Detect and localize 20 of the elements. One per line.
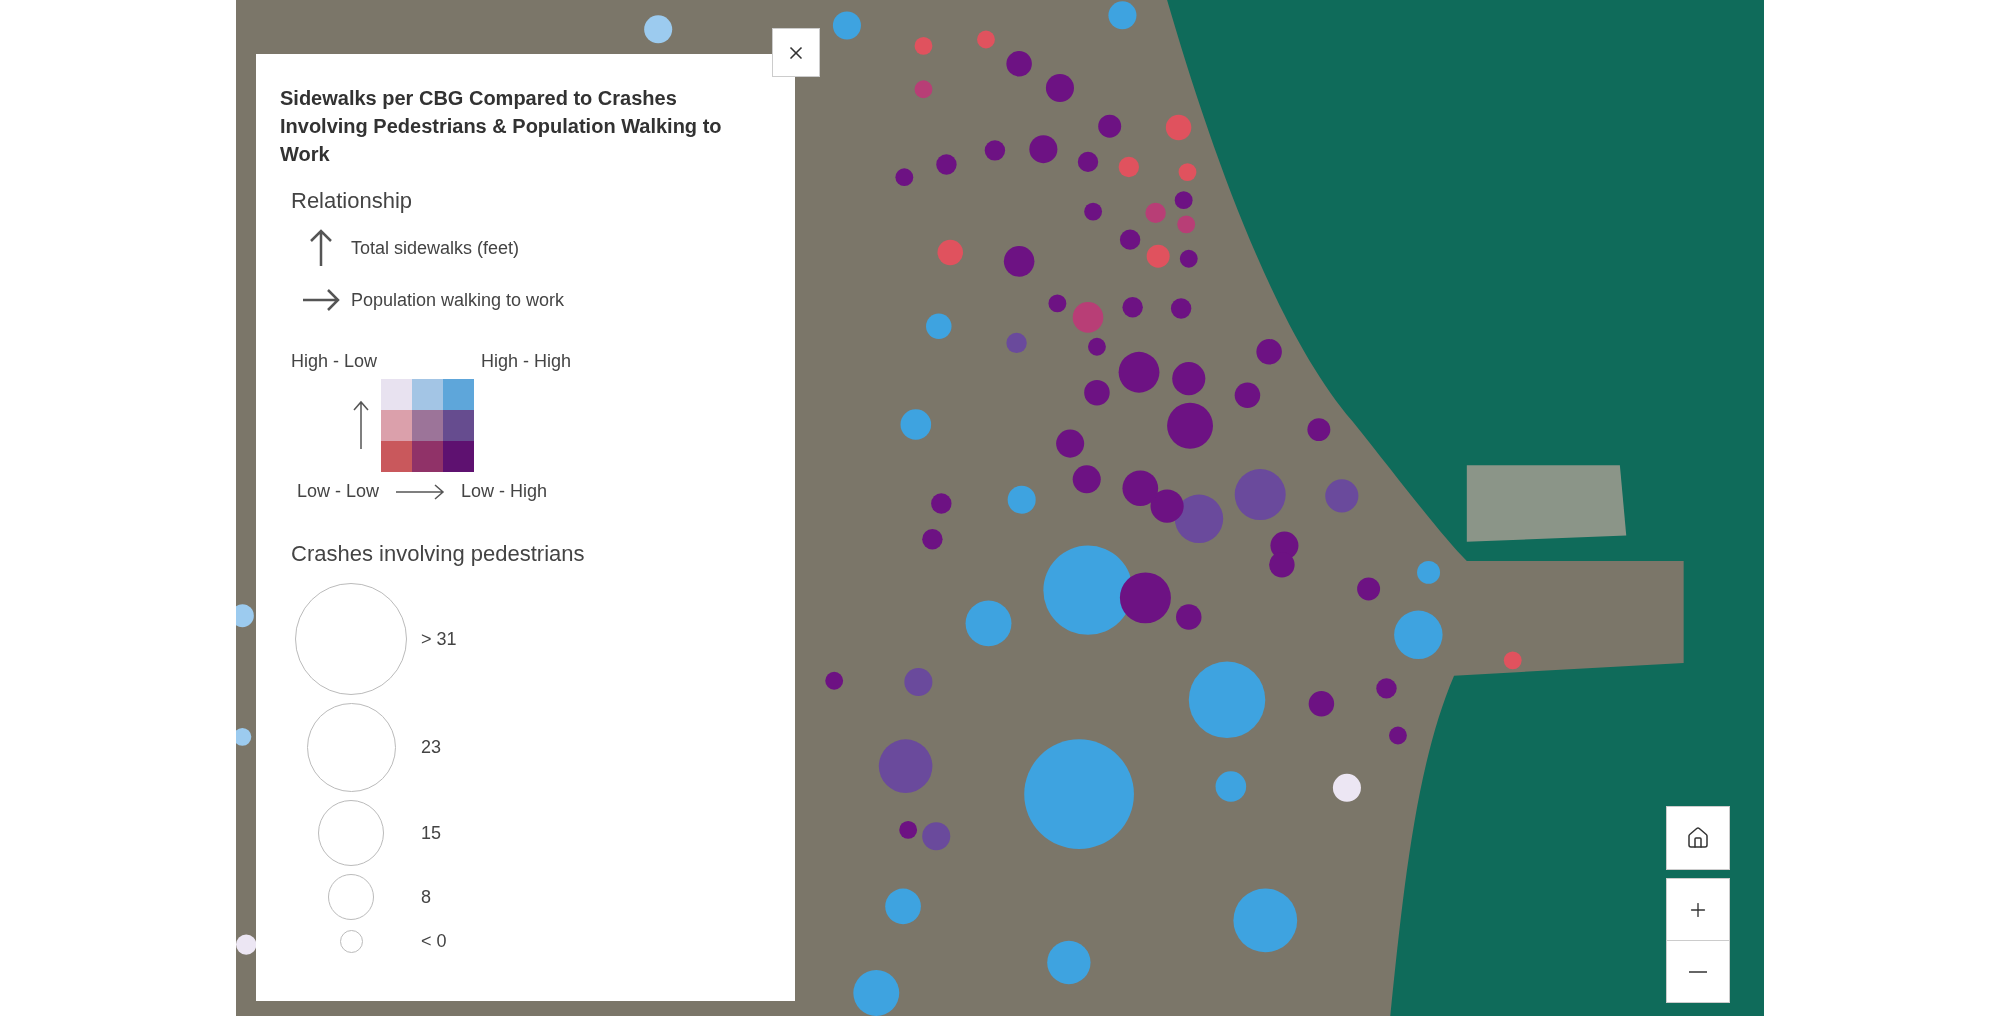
corner-label: Low - Low [297, 480, 380, 503]
home-button[interactable] [1666, 806, 1730, 870]
corner-label: High - High [480, 350, 571, 373]
up-arrow-icon [351, 400, 371, 450]
right-arrow-icon [395, 481, 446, 502]
size-label: 15 [421, 821, 442, 845]
corner-label: High - Low [291, 350, 378, 373]
close-button[interactable] [772, 28, 820, 77]
size-label: < 0 [421, 930, 447, 953]
section-heading: Relationship [291, 187, 414, 215]
legend-title: Sidewalks per CBG Compared to Crashes Involving Pedestrians & Population Walking to Work [280, 86, 723, 167]
axis-label: Population walking to work [351, 288, 565, 312]
section-heading: Crashes involving pedestrians [291, 540, 586, 568]
axis-label: Total sidewalks (feet) [351, 236, 520, 260]
minus-icon [1689, 970, 1707, 973]
size-label: 8 [421, 885, 431, 909]
size-label: > 31 [421, 627, 457, 651]
size-label: 23 [421, 736, 442, 759]
home-icon [1686, 826, 1710, 850]
corner-label: Low - High [461, 480, 548, 503]
